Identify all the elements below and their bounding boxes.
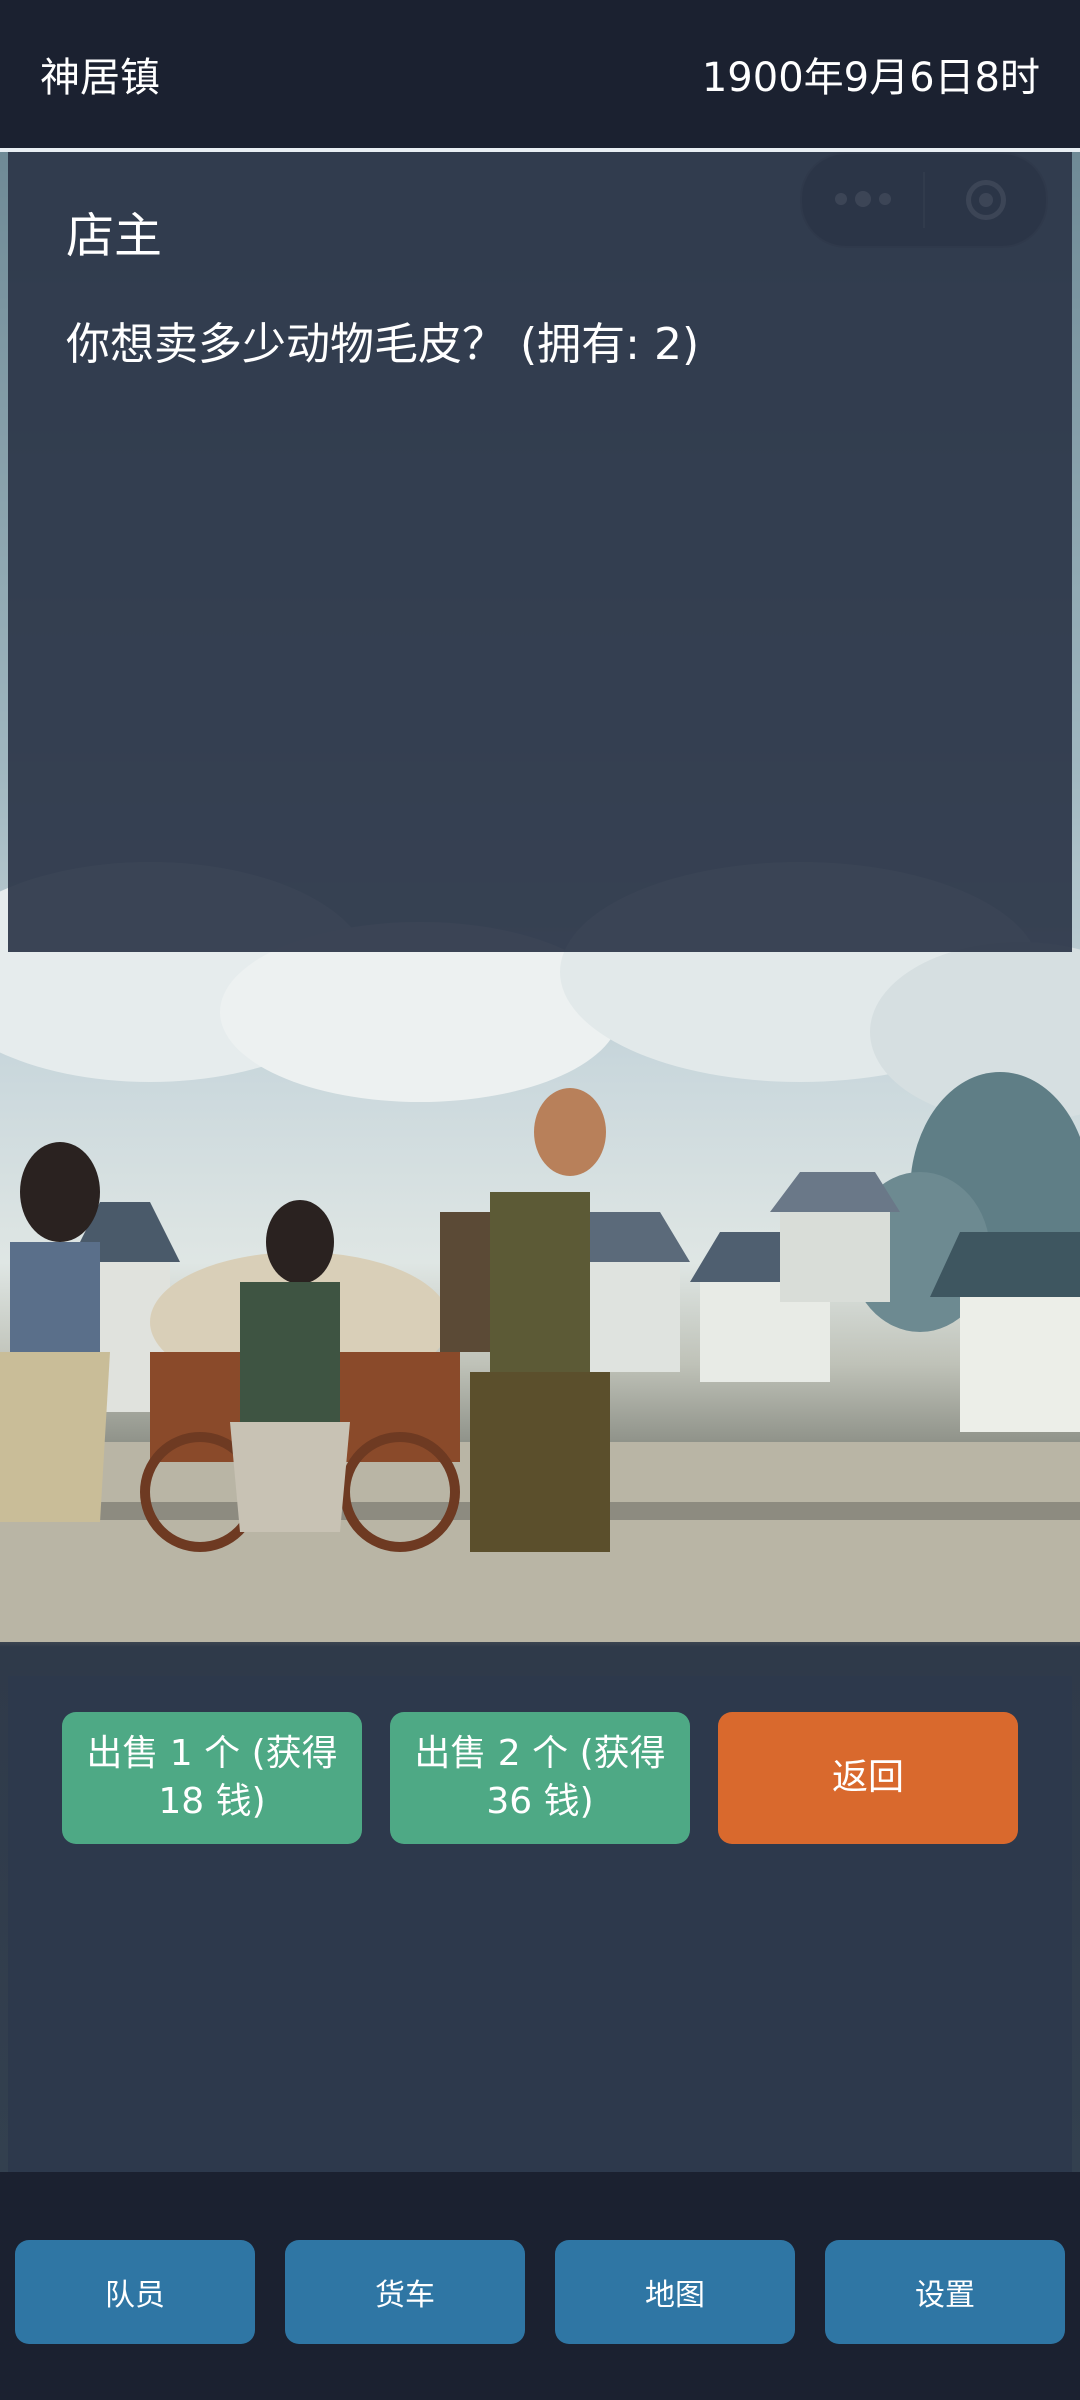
nav-map-button[interactable]: 地图 (555, 2240, 795, 2344)
nav-members-button[interactable]: 队员 (15, 2240, 255, 2344)
action-panel: 出售 1 个 (获得 18 钱) 出售 2 个 (获得 36 钱) 返回 (8, 1676, 1072, 2172)
speaker-name: 店主 (66, 208, 163, 264)
sell-two-button[interactable]: 出售 2 个 (获得 36 钱) (390, 1712, 690, 1844)
game-datetime: 1900年9月6日8时 (701, 55, 1040, 101)
dialog-panel: 店主 你想卖多少动物毛皮？ (拥有: 2) (8, 152, 1072, 952)
back-button[interactable]: 返回 (718, 1712, 1018, 1844)
dialog-question: 你想卖多少动物毛皮？ (拥有: 2) (66, 319, 700, 370)
top-bar: 神居镇 1900年9月6日8时 (0, 0, 1080, 148)
nav-wagon-button[interactable]: 货车 (285, 2240, 525, 2344)
nav-settings-button[interactable]: 设置 (825, 2240, 1065, 2344)
sell-one-button[interactable]: 出售 1 个 (获得 18 钱) (62, 1712, 362, 1844)
bottom-nav: 队员 货车 地图 设置 (0, 2172, 1080, 2400)
location-title: 神居镇 (40, 55, 160, 101)
